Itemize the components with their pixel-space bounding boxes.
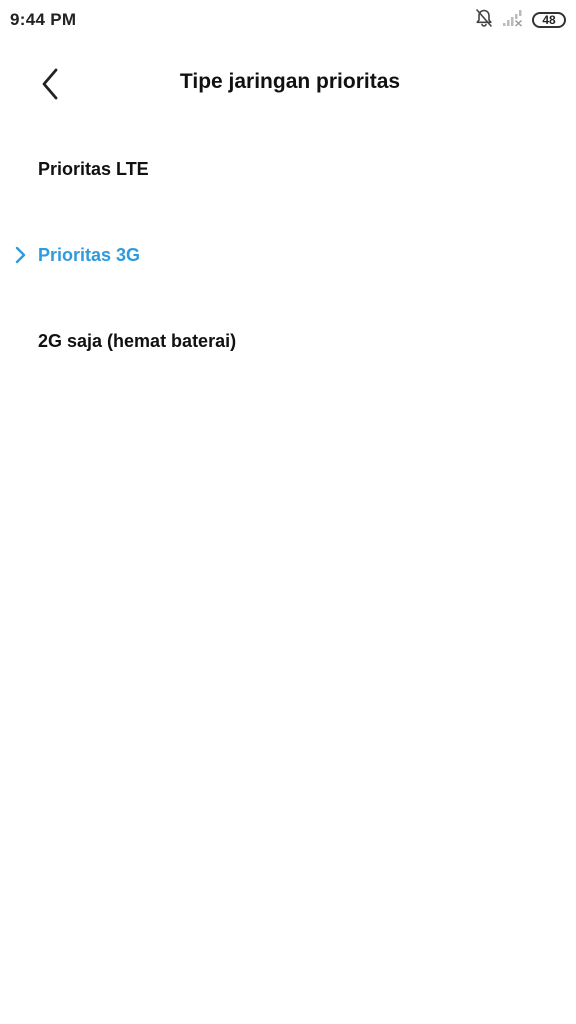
bell-off-icon (474, 8, 494, 33)
option-label: Prioritas LTE (38, 158, 149, 179)
screen: 9:44 PM 48 Tipe jaringan prioritas Prior… (0, 0, 576, 1024)
network-type-options: Prioritas LTE Prioritas 3G 2G saja (hema… (0, 126, 576, 384)
status-icons: 48 (474, 8, 566, 33)
option-label: Prioritas 3G (38, 244, 141, 265)
option-label: 2G saja (hemat baterai) (38, 330, 237, 351)
status-bar: 9:44 PM 48 (0, 0, 576, 40)
header: Tipe jaringan prioritas (0, 52, 576, 116)
status-time: 9:44 PM (10, 10, 77, 29)
option-lte-preferred[interactable]: Prioritas LTE (0, 126, 576, 212)
battery-level: 48 (542, 13, 556, 27)
option-2g-only[interactable]: 2G saja (hemat baterai) (0, 298, 576, 384)
signal-no-service-icon (502, 9, 524, 32)
battery-icon: 48 (532, 12, 566, 28)
chevron-right-icon (15, 246, 26, 264)
page-title: Tipe jaringan prioritas (179, 70, 401, 93)
option-3g-preferred[interactable]: Prioritas 3G (0, 212, 576, 298)
